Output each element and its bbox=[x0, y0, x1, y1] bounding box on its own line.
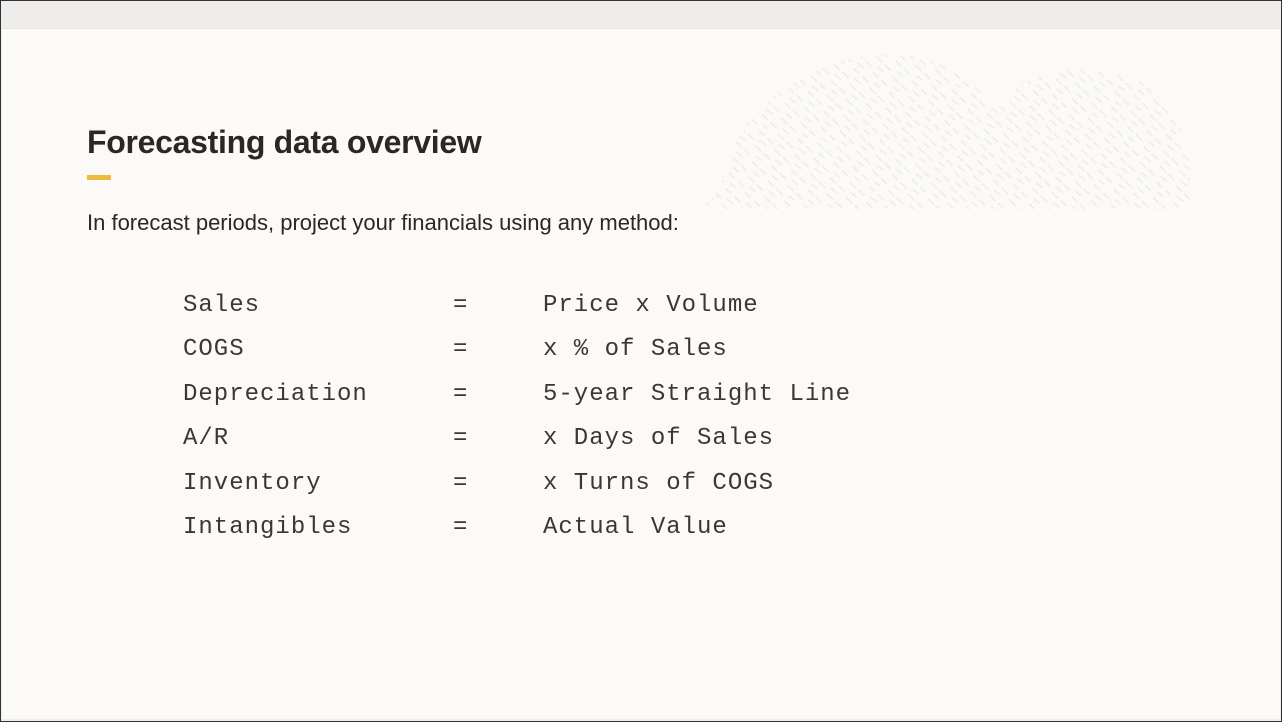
formula-row: Sales = Price x Volume bbox=[183, 284, 1195, 328]
formula-row: A/R = x Days of Sales bbox=[183, 417, 1195, 461]
formula-value: 5-year Straight Line bbox=[543, 373, 851, 417]
title-accent-bar bbox=[87, 175, 111, 180]
formula-name: COGS bbox=[183, 328, 453, 372]
formula-list: Sales = Price x Volume COGS = x % of Sal… bbox=[183, 284, 1195, 550]
formula-row: Inventory = x Turns of COGS bbox=[183, 462, 1195, 506]
formula-value: Price x Volume bbox=[543, 284, 759, 328]
formula-value: x Days of Sales bbox=[543, 417, 774, 461]
formula-name: Depreciation bbox=[183, 373, 453, 417]
formula-value: x Turns of COGS bbox=[543, 462, 774, 506]
formula-name: Inventory bbox=[183, 462, 453, 506]
intro-text: In forecast periods, project your financ… bbox=[87, 210, 1195, 236]
formula-eq: = bbox=[453, 417, 543, 461]
formula-eq: = bbox=[453, 373, 543, 417]
formula-eq: = bbox=[453, 462, 543, 506]
formula-row: Intangibles = Actual Value bbox=[183, 506, 1195, 550]
slide-content: Forecasting data overview In forecast pe… bbox=[2, 29, 1280, 590]
formula-eq: = bbox=[453, 506, 543, 550]
slide-frame: Forecasting data overview In forecast pe… bbox=[0, 0, 1282, 722]
formula-name: Sales bbox=[183, 284, 453, 328]
formula-row: COGS = x % of Sales bbox=[183, 328, 1195, 372]
top-bar bbox=[1, 1, 1281, 29]
formula-row: Depreciation = 5-year Straight Line bbox=[183, 373, 1195, 417]
slide: Forecasting data overview In forecast pe… bbox=[2, 29, 1280, 719]
formula-name: A/R bbox=[183, 417, 453, 461]
formula-name: Intangibles bbox=[183, 506, 453, 550]
formula-eq: = bbox=[453, 284, 543, 328]
formula-value: Actual Value bbox=[543, 506, 728, 550]
slide-title: Forecasting data overview bbox=[87, 124, 1195, 161]
formula-eq: = bbox=[453, 328, 543, 372]
formula-value: x % of Sales bbox=[543, 328, 728, 372]
